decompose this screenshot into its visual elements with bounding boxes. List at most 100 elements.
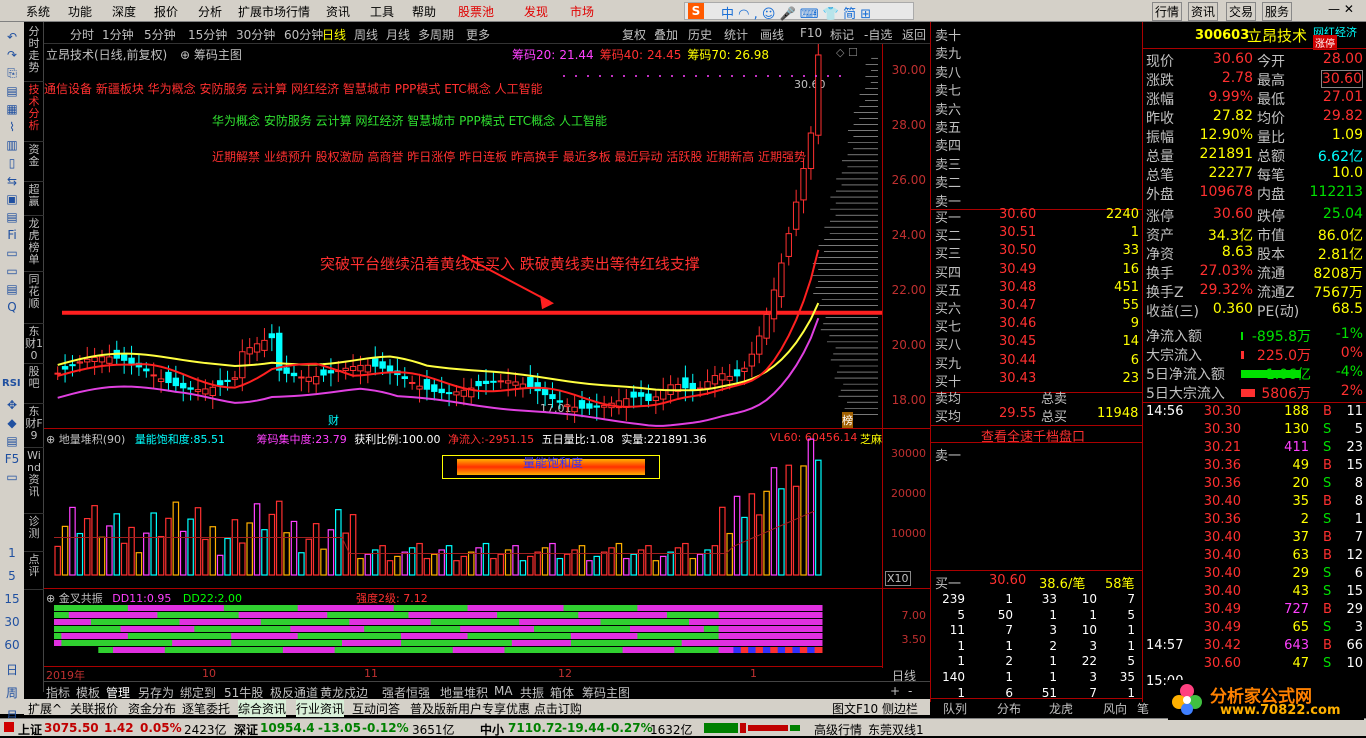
left-period-3[interactable]: 30 [0, 615, 24, 629]
buy-row-2[interactable]: 买三 30.50 33 [931, 242, 1143, 262]
sub-tab-4[interactable]: 综合资讯 [238, 700, 287, 717]
menu-item-4[interactable]: 分析 [198, 3, 222, 20]
buy-row-8[interactable]: 买九 30.44 6 [931, 352, 1143, 372]
minus-button[interactable]: - [908, 684, 912, 698]
buy-row-9[interactable]: 买十 30.43 23 [931, 370, 1143, 390]
vtab-5[interactable]: 同花顺 [24, 274, 44, 324]
buy-row-7[interactable]: 买八 30.45 14 [931, 333, 1143, 353]
period-tab-6[interactable]: 日线 [322, 26, 346, 43]
volume-panel[interactable]: ⊕ 地量堆积(90) 量能饱和度:85.51 筹码集中度:23.79 获利比例:… [44, 428, 882, 588]
orderbook-tab-0[interactable]: 队列 [943, 700, 967, 717]
sub-tab-2[interactable]: 资金分布 [128, 700, 176, 717]
buy-row-5[interactable]: 买六 30.47 55 [931, 297, 1143, 317]
vtab-4[interactable]: 龙虎榜单 [24, 218, 44, 272]
tool-button-2[interactable]: 历史 [688, 26, 712, 43]
tool-button-6[interactable]: 标记 [830, 26, 854, 43]
period-tab-9[interactable]: 多周期 [418, 26, 454, 43]
left-period-1[interactable]: 5 [0, 569, 24, 583]
period-tab-0[interactable]: 分时 [70, 26, 94, 43]
menu-right-0[interactable]: 行情 [1152, 2, 1183, 21]
period-tab-3[interactable]: 15分钟 [188, 26, 227, 43]
tool-button-4[interactable]: 画线 [760, 26, 784, 43]
ime-toolbar[interactable]: S 中 ◠ , ☺ 🎤 ⌨ 👕 简 ⊞ [684, 2, 914, 22]
ime-mode-icon[interactable]: 中 ◠ , ☺ 🎤 ⌨ 👕 简 ⊞ [721, 3, 871, 22]
orderbook-tab-3[interactable]: 风向 [1103, 700, 1127, 717]
kd-panel[interactable]: ⊕ 金叉共振 DD11:0.95 DD22:2.00 强度2级: 7.12 [44, 588, 882, 668]
vtab-7[interactable]: 股吧 [24, 366, 44, 404]
sub-tab-7[interactable]: 普及版新用户专享优惠 点击订购 [410, 700, 582, 717]
tool-button-5[interactable]: F10 [800, 26, 822, 40]
menu-item-5[interactable]: 扩展市场行情 [238, 3, 310, 20]
vtab-8[interactable]: 东财F9 [24, 406, 44, 448]
vtab-2[interactable]: 资金 [24, 144, 44, 182]
menu-item-3[interactable]: 报价 [154, 3, 178, 20]
menu-item-0[interactable]: 系统 [26, 3, 50, 20]
menu-item-7[interactable]: 工具 [370, 3, 394, 20]
vtab-3[interactable]: 超赢 [24, 184, 44, 216]
orderbook-tab-1[interactable]: 分布 [997, 700, 1021, 717]
left-period-4[interactable]: 60 [0, 638, 24, 652]
menu-discover[interactable]: 发现 [524, 3, 548, 20]
sell-row-8[interactable]: 卖二 [931, 171, 1143, 191]
menu-stock-pool[interactable]: 股票池 [458, 3, 494, 20]
sub-tab-6[interactable]: 互动问答 [352, 700, 400, 717]
x10-label[interactable]: X10 [885, 571, 911, 586]
orderbook-tab-2[interactable]: 龙虎 [1049, 700, 1073, 717]
period-tab-8[interactable]: 月线 [386, 26, 410, 43]
left-period-2[interactable]: 15 [0, 592, 24, 606]
sidebar-toggle[interactable]: 图文F10 侧边栏 [832, 700, 918, 717]
menu-item-1[interactable]: 功能 [68, 3, 92, 20]
zx-name[interactable]: 中小 [480, 721, 504, 738]
rsi-icon[interactable]: RSI [2, 378, 22, 389]
vtab-10[interactable]: 诊测 [24, 516, 44, 552]
sell-row-2[interactable]: 卖八 [931, 61, 1143, 81]
sub-tab-0[interactable]: 扩展^ [28, 700, 62, 717]
sub-tab-5[interactable]: 行业资讯 [296, 700, 345, 717]
period-tab-1[interactable]: 1分钟 [102, 26, 134, 43]
menu-item-6[interactable]: 资讯 [326, 3, 350, 20]
period-tab-5[interactable]: 60分钟 [284, 26, 323, 43]
sell-row-9[interactable]: 卖一 [931, 190, 1143, 210]
server-label[interactable]: 高级行情_东莞双线1 [814, 721, 924, 738]
buy-row-4[interactable]: 买五 30.48 451 [931, 279, 1143, 299]
menu-right-1[interactable]: 资讯 [1188, 2, 1219, 21]
menu-right-3[interactable]: 服务 [1262, 2, 1293, 21]
sell-row-4[interactable]: 卖六 [931, 98, 1143, 118]
orderbook-tab-4[interactable]: 笔 [1137, 700, 1149, 717]
tool-button-0[interactable]: 复权 [622, 26, 646, 43]
sell-row-3[interactable]: 卖七 [931, 79, 1143, 99]
tool-button-8[interactable]: 返回 [902, 26, 926, 43]
sz-name[interactable]: 深证 [234, 721, 258, 738]
buy-row-6[interactable]: 买七 30.46 9 [931, 315, 1143, 335]
tool-button-3[interactable]: 统计 [724, 26, 748, 43]
menu-item-2[interactable]: 深度 [112, 3, 136, 20]
buy-row-0[interactable]: 买一 30.60 2240 [931, 206, 1143, 226]
menu-item-8[interactable]: 帮助 [412, 3, 436, 20]
sh-name[interactable]: 上证 [18, 721, 42, 738]
period-tab-7[interactable]: 周线 [354, 26, 378, 43]
sell-row-0[interactable]: 卖十 [931, 24, 1143, 44]
menu-market[interactable]: 市场 [570, 3, 594, 20]
indicator-tab-10[interactable]: MA [494, 684, 513, 698]
buy-row-1[interactable]: 买二 30.51 1 [931, 224, 1143, 244]
period-tab-4[interactable]: 30分钟 [236, 26, 275, 43]
left-period-6[interactable]: 周 [0, 684, 24, 701]
main-chart[interactable]: 立昂技术(日线,前复权) ⊕ 筹码主图 筹码20: 21.44 筹码40: 24.45… [44, 44, 882, 428]
vtab-1[interactable]: 技术分析 [24, 84, 44, 142]
sub-tab-1[interactable]: 关联报价 [70, 700, 118, 717]
sell-row-7[interactable]: 卖三 [931, 153, 1143, 173]
buy-row-3[interactable]: 买四 30.49 16 [931, 261, 1143, 281]
vtab-11[interactable]: 点评 [24, 554, 44, 590]
vtab-0[interactable]: 分时走势 [24, 26, 44, 82]
tool-button-7[interactable]: -自选 [864, 26, 892, 43]
left-tool-icons[interactable]: ↶ ↷ ⎘ ▤ ▦ ⌇ ▥ ▯ ⇆ ▣ ▤ Fi ▭ ▭ ▤ Q [4, 28, 20, 328]
period-tab-10[interactable]: 更多 [466, 26, 490, 43]
sell-row-1[interactable]: 卖九 [931, 42, 1143, 62]
menu-right-2[interactable]: 交易 [1226, 2, 1257, 21]
tool-button-1[interactable]: 叠加 [654, 26, 678, 43]
status-icon[interactable] [4, 722, 14, 732]
sell-row-6[interactable]: 卖四 [931, 134, 1143, 154]
vtab-6[interactable]: 东财10 [24, 326, 44, 364]
sell-row-5[interactable]: 卖五 [931, 116, 1143, 136]
left-period-5[interactable]: 日 [0, 661, 24, 678]
